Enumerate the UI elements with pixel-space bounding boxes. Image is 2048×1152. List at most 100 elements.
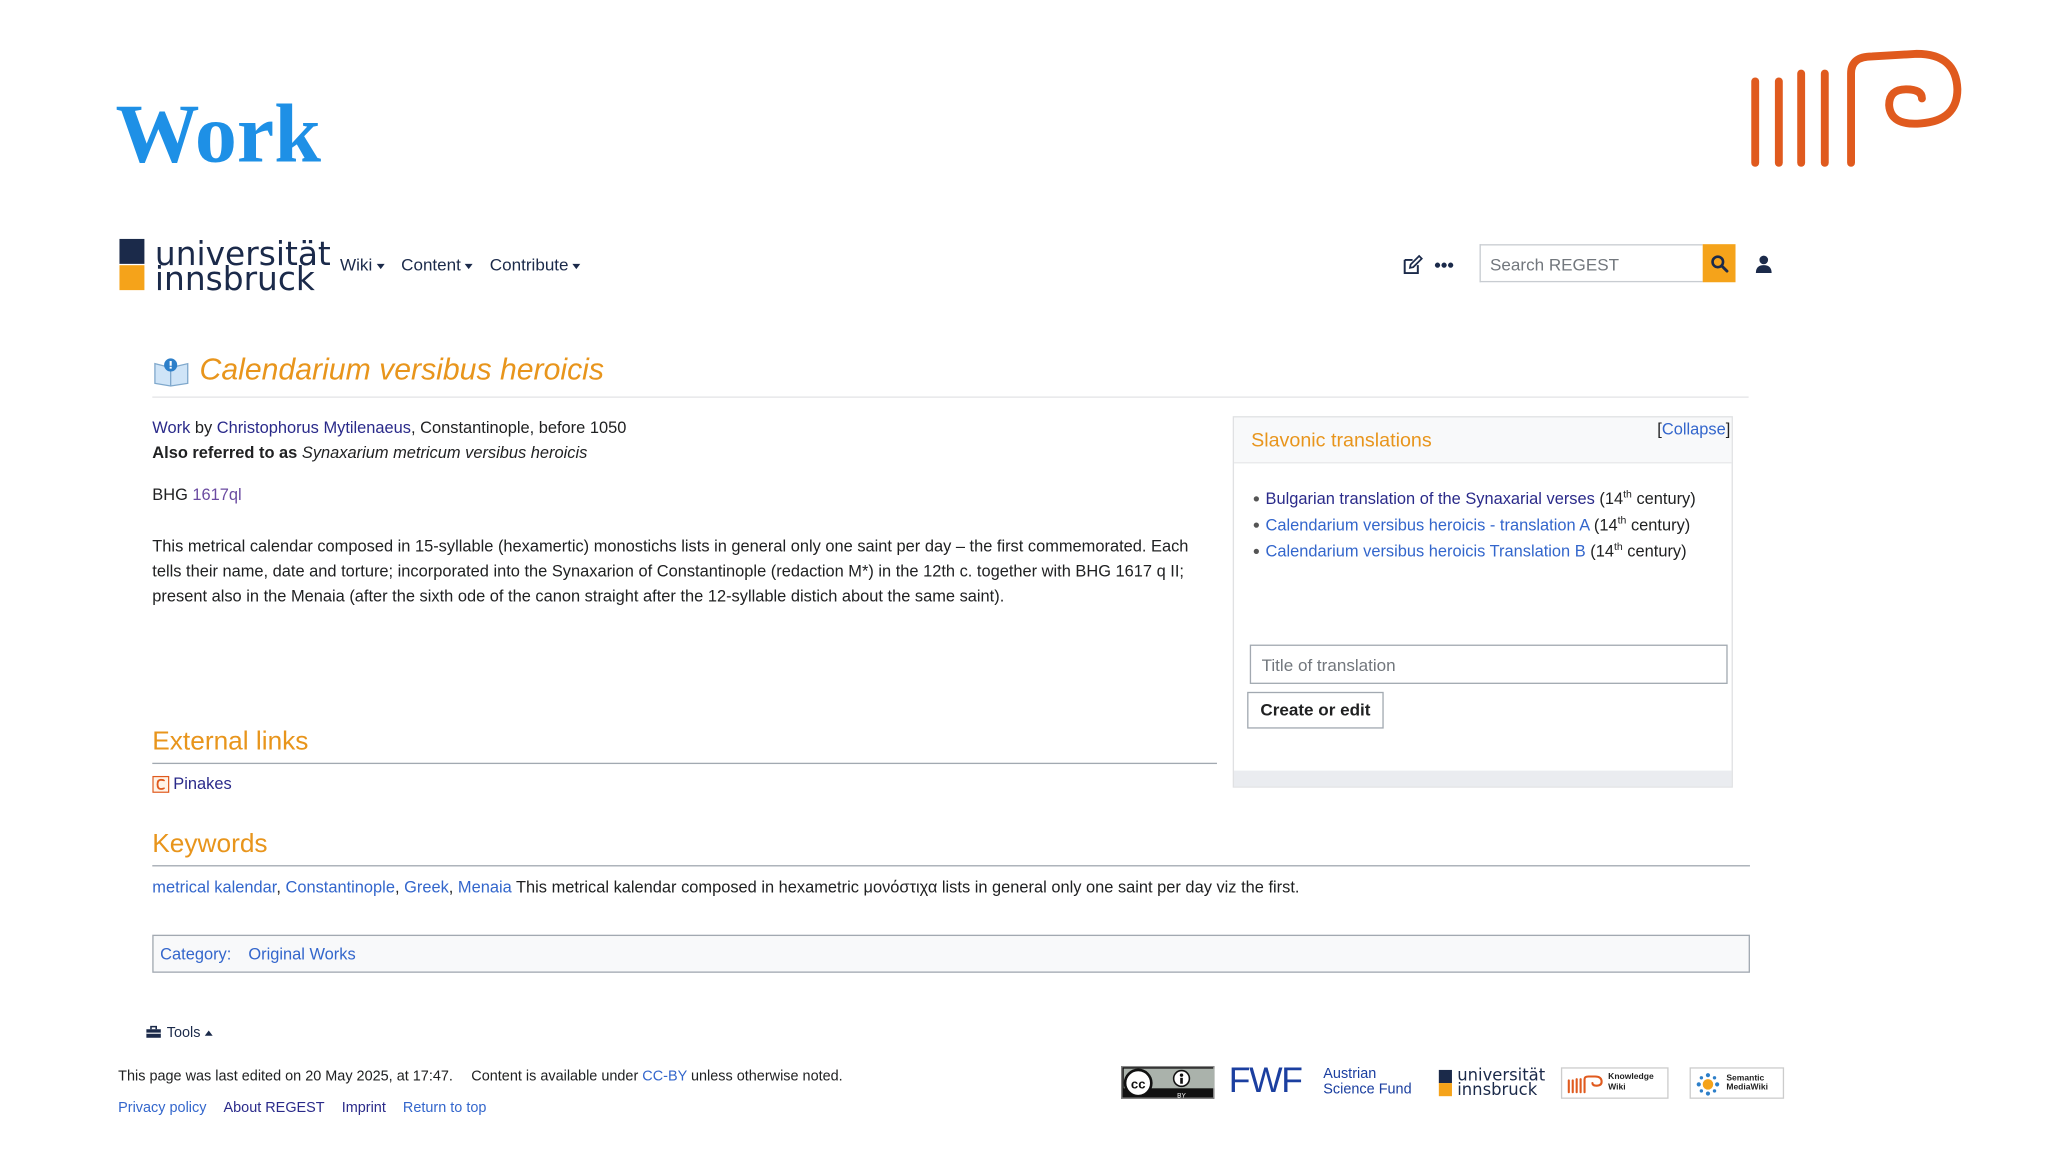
fwf-logo[interactable]: FWF Austrian Science Fund [1228, 1060, 1426, 1101]
list-item: Bulgarian translation of the Synaxarial … [1253, 486, 1723, 512]
logo-square-navy [1438, 1069, 1452, 1084]
main-nav: Wiki Content Contribute [340, 254, 581, 275]
bhg-label: BHG [152, 485, 188, 505]
alias-value: Synaxarium metricum versibus heroicis [301, 443, 588, 463]
divider [152, 762, 1217, 765]
bhg-link[interactable]: 1617ql [192, 486, 241, 504]
external-links-heading: External links [152, 727, 309, 757]
ordinal-suffix: th [1613, 540, 1623, 553]
translations-box-header: Slavonic translations [Collapse] [1234, 417, 1732, 464]
translations-title: Slavonic translations [1251, 429, 1432, 452]
nav-contribute-label: Contribute [489, 254, 569, 275]
caret-down-icon [464, 263, 473, 269]
semantic-mediawiki-badge[interactable]: Semantic MediaWiki [1689, 1067, 1785, 1099]
category-label[interactable]: Category: [160, 945, 231, 963]
pinakes-label[interactable]: Pinakes [173, 775, 231, 793]
fwf-line1: Austrian [1323, 1065, 1377, 1082]
bullet [1253, 496, 1259, 502]
fwf-line2: Science Fund [1323, 1081, 1412, 1098]
category-bar: Category: Original Works [152, 934, 1750, 973]
translation-link[interactable]: Bulgarian translation of the Synaxarial … [1266, 490, 1595, 508]
university-name-line2: innsbruck [154, 259, 315, 299]
keyword-link[interactable]: Greek [404, 878, 449, 896]
translations-list: Bulgarian translation of the Synaxarial … [1253, 486, 1723, 565]
collapse-toggle[interactable]: [Collapse] [1657, 420, 1730, 438]
cc-by-icon: cc BY [1123, 1068, 1215, 1100]
author-link[interactable]: Christophorus Mytilenaeus [217, 419, 411, 437]
uibk-footer-line2: innsbruck [1457, 1079, 1538, 1099]
translation-date: (14 [1585, 542, 1614, 561]
license-link[interactable]: CC-BY [642, 1069, 687, 1085]
keyword-link[interactable]: metrical kalendar [152, 878, 276, 896]
translation-link[interactable]: Calendarium versibus heroicis Translatio… [1266, 542, 1586, 560]
keyword-link[interactable]: Constantinople [285, 878, 394, 896]
search-input[interactable]: Search REGEST [1479, 244, 1703, 283]
svg-text:BY: BY [1177, 1093, 1186, 1100]
translations-box: Slavonic translations [Collapse] Bulgari… [1232, 416, 1733, 788]
caret-down-icon [376, 263, 385, 269]
fwf-wordmark: FWF [1228, 1060, 1303, 1101]
tools-menu[interactable]: Tools [146, 1025, 213, 1041]
knowledge-wiki-badge[interactable]: Knowledge Wiki [1560, 1067, 1669, 1099]
create-or-edit-button[interactable]: Create or edit [1247, 691, 1384, 729]
semantic-mediawiki-icon [1696, 1073, 1720, 1096]
ordinal-suffix: th [1617, 514, 1627, 527]
keywords-heading: Keywords [152, 829, 268, 859]
keyword-link[interactable]: Menaia [458, 878, 512, 896]
edit-icon[interactable] [1402, 254, 1423, 276]
more-options-icon[interactable] [1434, 261, 1455, 269]
translation-date-suffix: century) [1622, 542, 1687, 561]
imprint-link[interactable]: Imprint [342, 1100, 386, 1116]
privacy-policy-link[interactable]: Privacy policy [118, 1100, 206, 1116]
book-icon [154, 358, 189, 387]
category-link[interactable]: Original Works [248, 945, 355, 963]
license-text: Content is available under [471, 1068, 643, 1085]
about-link[interactable]: About REGEST [224, 1100, 325, 1116]
semantic-mediawiki-line2: MediaWiki [1726, 1083, 1768, 1093]
work-link[interactable]: Work [152, 419, 190, 437]
knowledge-wiki-line1: Knowledge [1608, 1072, 1654, 1082]
keywords-line: metrical kalendar, Constantinople, Greek… [152, 878, 1300, 897]
translations-box-footer [1234, 770, 1732, 787]
bullet [1253, 522, 1259, 528]
nav-wiki[interactable]: Wiki [340, 254, 385, 275]
work-description: This metrical calendar composed in 15-sy… [152, 536, 1189, 606]
translation-link[interactable]: Calendarium versibus heroicis - translat… [1266, 516, 1590, 534]
search-button[interactable] [1702, 244, 1736, 283]
knowledge-wiki-line2: Wiki [1608, 1083, 1626, 1093]
logo-square-orange [119, 265, 145, 291]
logo-square-orange [1438, 1083, 1452, 1097]
uibk-footer-logo[interactable]: universität innsbruck [1438, 1066, 1549, 1101]
page-title: Calendarium versibus heroicis [199, 351, 604, 386]
work-summary: Work by Christophorus Mytilenaeus, Const… [152, 416, 626, 441]
pinakes-icon [152, 776, 170, 794]
slide: Work universität innsbruck Wiki Content … [0, 0, 2048, 1152]
collapse-link[interactable]: Collapse [1662, 420, 1726, 438]
tools-label: Tools [166, 1025, 201, 1042]
list-item: Calendarium versibus heroicis - translat… [1253, 512, 1723, 538]
cc-by-badge[interactable]: cc BY [1121, 1065, 1215, 1100]
caret-up-icon [204, 1030, 213, 1036]
toolbox-icon [146, 1025, 161, 1038]
footer-links: Privacy policy About REGEST Imprint Retu… [118, 1100, 486, 1116]
search-icon [1710, 254, 1728, 272]
user-icon[interactable] [1755, 255, 1772, 274]
brand-logo-icon [1751, 49, 1962, 167]
by-text: by [190, 418, 217, 438]
slide-title: Work [115, 86, 321, 180]
knowledge-wiki-icon [1567, 1075, 1603, 1094]
logo-square-navy [119, 238, 145, 264]
translation-title-input[interactable]: Title of translation [1249, 644, 1728, 684]
translation-date-suffix: century) [1626, 515, 1691, 535]
ordinal-suffix: th [1623, 488, 1632, 500]
nav-content[interactable]: Content [401, 255, 473, 274]
alias-line: Also referred to as Synaxarium metricum … [152, 441, 587, 466]
translation-date-suffix: century) [1631, 489, 1696, 509]
caret-down-icon [572, 263, 581, 269]
footer-info: This page was last edited on 20 May 2025… [118, 1069, 843, 1085]
pinakes-link[interactable]: Pinakes [152, 775, 232, 794]
return-to-top-link[interactable]: Return to top [403, 1100, 486, 1116]
nav-contribute[interactable]: Contribute [489, 254, 581, 275]
bullet [1253, 548, 1259, 555]
nav-wiki-label: Wiki [340, 254, 373, 275]
